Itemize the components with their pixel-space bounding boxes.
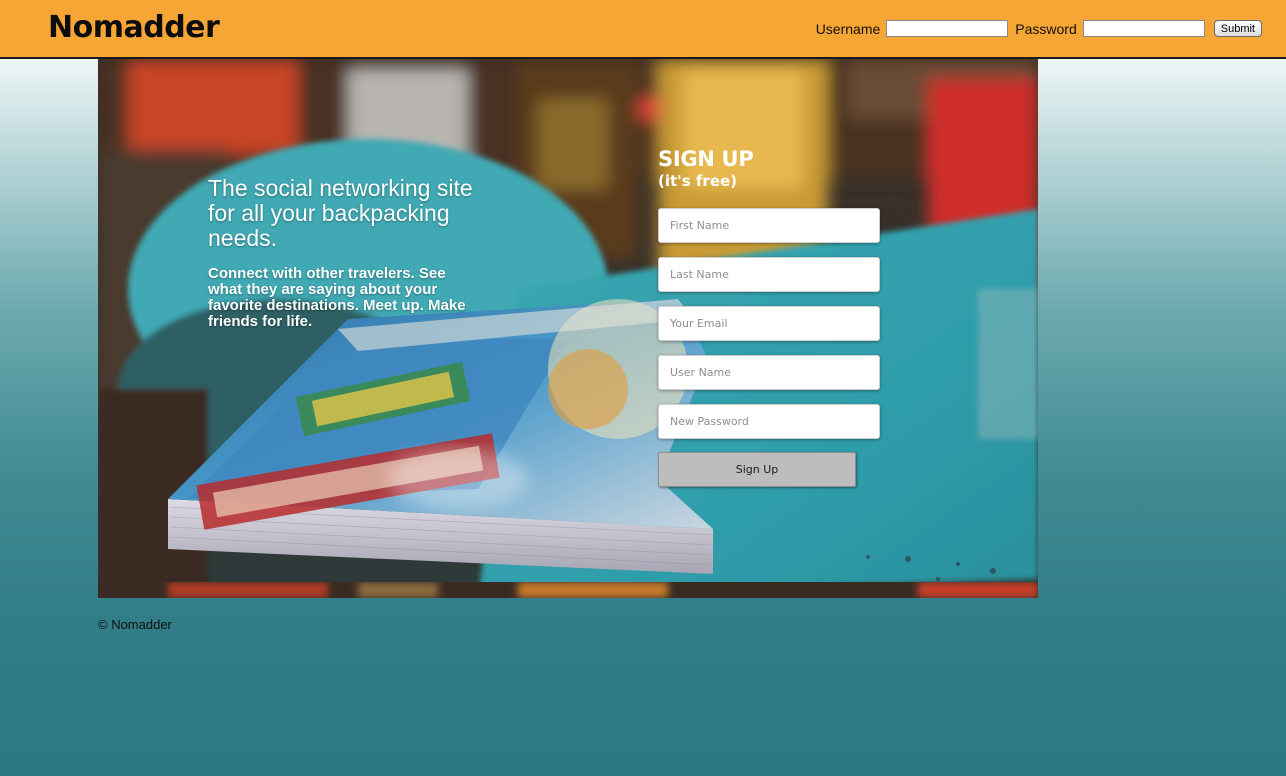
username-label: Username bbox=[815, 20, 881, 37]
sign-up-button[interactable]: Sign Up bbox=[658, 452, 856, 487]
login-form: Username Password Submit bbox=[816, 20, 1262, 37]
new-password-field[interactable] bbox=[658, 404, 880, 439]
login-submit-button[interactable]: Submit bbox=[1213, 20, 1262, 37]
password-label: Password bbox=[1015, 20, 1077, 37]
login-username-input[interactable] bbox=[886, 20, 1009, 37]
email-field[interactable] bbox=[658, 306, 880, 341]
hero-bottom-strip bbox=[98, 582, 1038, 598]
signup-subtitle: (it's free) bbox=[658, 172, 738, 190]
hero-banner: The social networking site for all your … bbox=[98, 59, 1038, 598]
first-name-field[interactable] bbox=[658, 208, 880, 243]
login-password-input[interactable] bbox=[1082, 20, 1205, 37]
last-name-field[interactable] bbox=[658, 257, 880, 292]
footer-copyright: © Nomadder bbox=[98, 617, 172, 632]
hero-tagline: The social networking site for all your … bbox=[208, 175, 473, 251]
hero-description: Connect with other travelers. See what t… bbox=[208, 265, 466, 330]
user-name-field[interactable] bbox=[658, 355, 880, 390]
site-logo[interactable]: Nomadder bbox=[48, 10, 220, 45]
top-bar: Nomadder Username Password Submit bbox=[0, 0, 1286, 59]
signup-title: SIGN UP bbox=[658, 147, 754, 171]
